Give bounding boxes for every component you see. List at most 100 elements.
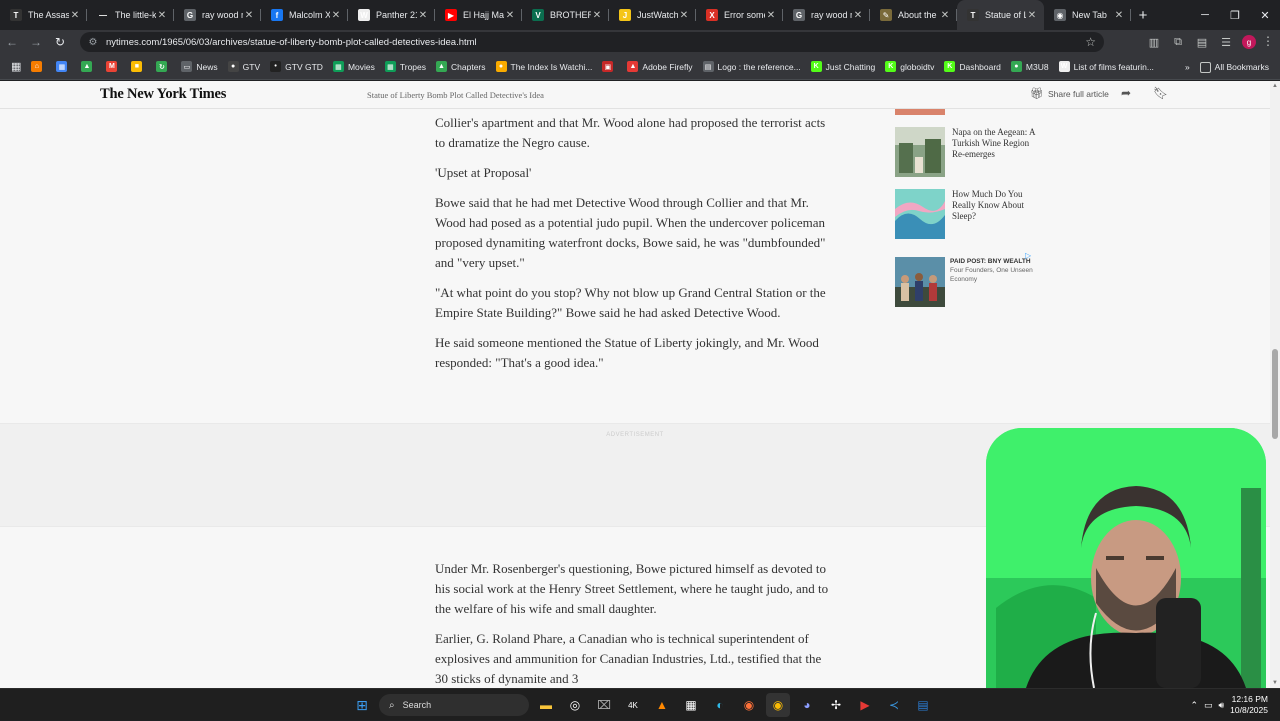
forward-arrow-icon[interactable]: → <box>24 30 48 54</box>
more-bookmarks-icon[interactable]: » <box>1180 57 1195 77</box>
tab-2[interactable]: Gray wood n✕ <box>174 0 261 30</box>
tab-close-icon[interactable]: ✕ <box>1026 10 1038 21</box>
edge-icon[interactable]: ◐ <box>708 693 732 717</box>
scroll-up-icon[interactable]: ▲ <box>1271 83 1279 89</box>
back-arrow-icon[interactable]: ← <box>0 30 24 54</box>
nyt-logo[interactable]: The New York Times <box>100 86 226 103</box>
tab-close-icon[interactable]: ✕ <box>504 10 516 21</box>
calculator-icon[interactable]: ▦ <box>679 693 703 717</box>
bookmark-item[interactable]: ▤Logo : the reference... <box>698 57 806 77</box>
page-scrollbar[interactable]: ▲ ▼ <box>1270 81 1280 688</box>
address-bar[interactable]: ⚙ nytimes.com/1965/06/03/archives/statue… <box>80 32 1104 52</box>
tab-11[interactable]: TStatue of L✕ <box>957 0 1044 30</box>
windows-start-icon[interactable]: ⊞ <box>350 693 374 717</box>
tab-12[interactable]: ◉New Tab✕ <box>1044 0 1131 30</box>
tab-9[interactable]: Gray wood n✕ <box>783 0 870 30</box>
tab-close-icon[interactable]: ✕ <box>678 10 690 21</box>
tray-chevron-icon[interactable]: ⌃ <box>1190 700 1198 711</box>
bookmark-icon[interactable]: 🔖︎ <box>1153 86 1168 100</box>
vscode-icon[interactable]: ≺ <box>882 693 906 717</box>
tab-close-icon[interactable]: ✕ <box>765 10 777 21</box>
bookmark-item[interactable]: Kgloboidtv <box>880 57 939 77</box>
all-bookmarks-button[interactable]: All Bookmarks <box>1195 57 1274 77</box>
tab-close-icon[interactable]: ✕ <box>591 10 603 21</box>
bookmark-item[interactable]: ●M3U8 <box>1006 57 1054 77</box>
file-explorer-icon[interactable]: ▬ <box>534 693 558 717</box>
tab-close-icon[interactable]: ✕ <box>69 10 81 21</box>
bookmark-item[interactable]: ⌂ <box>26 57 51 77</box>
bookmark-item[interactable]: ▲Adobe Firefly <box>622 57 697 77</box>
tab-10[interactable]: ✎About the✕ <box>870 0 957 30</box>
tab-7[interactable]: JJustWatch✕ <box>609 0 696 30</box>
sidebar-story-title[interactable]: Napa on the Aegean: A Turkish Wine Regio… <box>952 127 1036 177</box>
scroll-thumb[interactable] <box>1272 349 1278 439</box>
paid-post[interactable]: PAID POST: BNY WEALTH Four Founders, One… <box>895 257 1034 307</box>
tab-close-icon[interactable]: ✕ <box>1113 10 1125 21</box>
close-window-icon[interactable]: ✕ <box>1250 0 1280 30</box>
paid-post-title[interactable]: Four Founders, One Unseen Economy <box>950 267 1033 283</box>
apps-grid-icon[interactable]: ▦ <box>6 57 26 77</box>
tab-close-icon[interactable]: ✕ <box>939 10 951 21</box>
bookmark-item[interactable]: ●GTV <box>223 57 265 77</box>
word-icon[interactable]: ▤ <box>911 693 935 717</box>
profile-avatar[interactable]: g <box>1242 35 1256 49</box>
chrome-menu-icon[interactable]: ⋮ <box>1262 34 1274 48</box>
tab-6[interactable]: VBROTHER✕ <box>522 0 609 30</box>
url-text[interactable]: nytimes.com/1965/06/03/archives/statue-o… <box>106 37 477 48</box>
tab-8[interactable]: XError some✕ <box>696 0 783 30</box>
reload-icon[interactable]: ↻ <box>48 30 72 54</box>
tab-search-icon[interactable]: ☰ <box>1218 34 1234 50</box>
media-icon[interactable]: ▤ <box>1194 34 1210 50</box>
sidebar-story-napa[interactable]: Napa on the Aegean: A Turkish Wine Regio… <box>895 127 1036 177</box>
sidebar-story-sleep[interactable]: How Much Do You Really Know About Sleep? <box>895 189 1036 239</box>
bookmark-item[interactable]: ↻ <box>151 57 176 77</box>
firefox-icon[interactable]: ◉ <box>737 693 761 717</box>
tab-close-icon[interactable]: ✕ <box>852 10 864 21</box>
bookmark-item[interactable]: ■ <box>126 57 151 77</box>
media-player-icon[interactable]: ▶ <box>853 693 877 717</box>
bookmark-item[interactable]: ●The Index Is Watchi... <box>491 57 598 77</box>
vlc-icon[interactable]: ▲ <box>650 693 674 717</box>
site-info-icon[interactable]: ⚙ <box>86 35 100 49</box>
tab-3[interactable]: fMalcolm X✕ <box>261 0 348 30</box>
clock[interactable]: 12:16 PM 10/8/2025 <box>1230 694 1268 716</box>
restore-icon[interactable]: ❐ <box>1220 0 1250 30</box>
bookmark-item[interactable]: ▦ <box>51 57 76 77</box>
taskbar-search[interactable]: ⌕Search <box>379 694 529 716</box>
bookmark-item[interactable]: ▦Tropes <box>380 57 431 77</box>
bookmark-item[interactable]: ▣ <box>597 57 622 77</box>
tab-1[interactable]: —The little-kn✕ <box>87 0 174 30</box>
bookmark-item[interactable]: WList of films featurin... <box>1054 57 1159 77</box>
tab-5[interactable]: ▶El Hajj Mal✕ <box>435 0 522 30</box>
terminal-icon[interactable]: ⌧ <box>592 693 616 717</box>
chrome-icon[interactable]: ◉ <box>766 693 790 717</box>
bookmark-item[interactable]: ▲ <box>76 57 101 77</box>
davinci-icon[interactable]: ✢ <box>824 693 848 717</box>
new-tab-plus-icon[interactable]: + <box>1131 0 1155 30</box>
adchoices-icon[interactable]: ▷ <box>1025 251 1031 260</box>
bookmark-item[interactable]: KDashboard <box>939 57 1006 77</box>
discord-icon[interactable]: ◕ <box>795 693 819 717</box>
bookmark-star-icon[interactable]: ☆ <box>1085 35 1096 49</box>
extensions-icon[interactable]: ⧉ <box>1170 34 1186 50</box>
bookmark-item[interactable]: ▲Chapters <box>431 57 491 77</box>
reading-list-icon[interactable]: ▥ <box>1146 34 1162 50</box>
tab-close-icon[interactable]: ✕ <box>417 10 429 21</box>
tab-close-icon[interactable]: ✕ <box>330 10 342 21</box>
bookmark-item[interactable]: ▦Movies <box>328 57 380 77</box>
tab-close-icon[interactable]: ✕ <box>243 10 255 21</box>
bookmark-item[interactable]: ▭News <box>176 57 222 77</box>
obs-icon[interactable]: ◎ <box>563 693 587 717</box>
tab-4[interactable]: WPanther 21✕ <box>348 0 435 30</box>
network-icon[interactable]: ▭ <box>1204 700 1213 711</box>
tab-close-icon[interactable]: ✕ <box>156 10 168 21</box>
bookmark-item[interactable]: M <box>101 57 126 77</box>
minimize-icon[interactable]: ─ <box>1190 0 1220 30</box>
volume-icon[interactable]: 🔊︎ <box>1219 700 1225 711</box>
bookmark-item[interactable]: KJust Chatting <box>806 57 881 77</box>
share-icon[interactable]: ➦ <box>1121 86 1131 100</box>
scroll-down-icon[interactable]: ▼ <box>1271 680 1279 686</box>
sidebar-story-title[interactable]: How Much Do You Really Know About Sleep? <box>952 189 1036 239</box>
thumbnail-partial[interactable] <box>895 109 945 115</box>
bookmark-item[interactable]: •GTV GTD <box>265 57 328 77</box>
